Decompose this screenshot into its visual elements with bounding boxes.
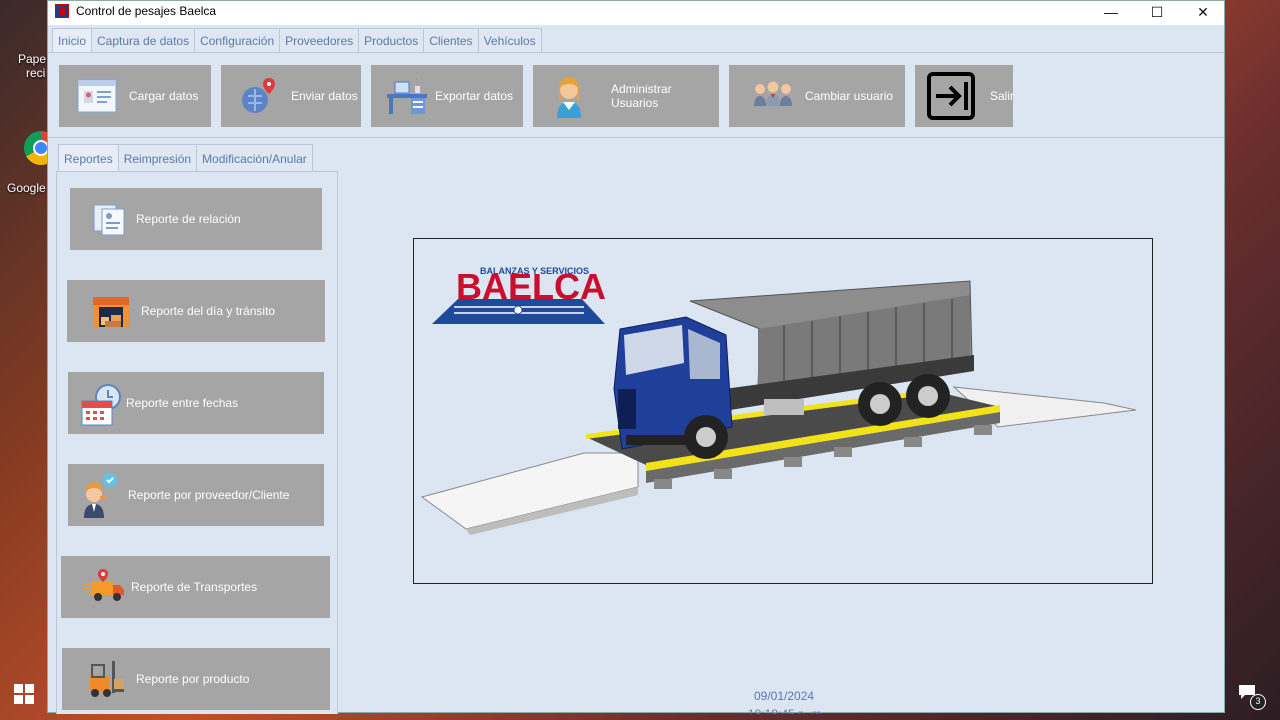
- users-group-icon: [751, 74, 795, 118]
- salir-button[interactable]: Salir: [915, 65, 1015, 127]
- customer-support-icon: [80, 472, 120, 518]
- tab-clientes[interactable]: Clientes: [423, 28, 479, 52]
- reports-panel: [56, 171, 338, 714]
- app-icon: [55, 4, 69, 18]
- desktop-icon-label-2[interactable]: reci: [26, 66, 45, 80]
- reporte-dia-transito-label: Reporte del día y tránsito: [141, 304, 276, 318]
- enviar-datos-label: Enviar datos: [291, 89, 358, 103]
- tab-captura-de-datos[interactable]: Captura de datos: [91, 28, 196, 52]
- minimize-button[interactable]: —: [1088, 1, 1134, 25]
- tab-divider: [48, 52, 1224, 53]
- reporte-entre-fechas-label: Reporte entre fechas: [126, 396, 239, 410]
- reporte-producto-button[interactable]: Reporte por producto: [62, 648, 330, 710]
- reporte-proveedor-cliente-button[interactable]: Reporte por proveedor/Cliente: [68, 464, 324, 526]
- exportar-datos-label: Exportar datos: [435, 89, 514, 103]
- tab-productos[interactable]: Productos: [358, 28, 425, 52]
- desktop-icon-label[interactable]: Pape: [18, 52, 46, 66]
- reporte-dia-transito-button[interactable]: Reporte del día y tránsito: [67, 280, 325, 342]
- enviar-datos-button[interactable]: Enviar datos: [221, 65, 361, 127]
- tab-vehiculos[interactable]: Vehículos: [477, 28, 542, 52]
- tab-reportes[interactable]: Reportes: [58, 144, 119, 172]
- reporte-proveedor-cliente-label: Reporte por proveedor/Cliente: [128, 488, 290, 502]
- truck-scale-image: BALANZAS Y SERVICIOS BAELCA: [413, 238, 1153, 584]
- cambiar-usuario-button[interactable]: Cambiar usuario: [729, 65, 905, 127]
- tab-inicio[interactable]: Inicio: [52, 28, 93, 52]
- status-time: 18:18:45 p. m.: [748, 707, 825, 714]
- notification-icon[interactable]: 3: [1238, 684, 1266, 710]
- salir-label: Salir: [990, 89, 1015, 103]
- exportar-datos-button[interactable]: Exportar datos: [371, 65, 523, 127]
- app-window: Control de pesajes Baelca — ☐ ✕ Inicio C…: [47, 0, 1225, 714]
- truck-scale-illustration: BALANZAS Y SERVICIOS BAELCA: [420, 266, 1137, 535]
- reporte-transportes-label: Reporte de Transportes: [131, 580, 258, 594]
- title-bar[interactable]: Control de pesajes Baelca — ☐ ✕: [48, 1, 1224, 25]
- window-title: Control de pesajes Baelca: [76, 4, 217, 18]
- status-date: 09/01/2024: [754, 689, 815, 703]
- reporte-relacion-label: Reporte de relación: [136, 212, 241, 226]
- cargar-datos-label: Cargar datos: [129, 89, 199, 103]
- desktop-icon-label-google[interactable]: Google: [7, 181, 46, 195]
- calendar-clock-icon: [80, 383, 121, 426]
- close-button[interactable]: ✕: [1180, 1, 1226, 25]
- send-location-icon: [237, 74, 281, 118]
- toolbar-divider: [48, 137, 1224, 138]
- user-admin-icon: [547, 74, 591, 118]
- desk-export-icon: [385, 74, 429, 118]
- cambiar-usuario-label: Cambiar usuario: [805, 89, 894, 103]
- reporte-entre-fechas-button[interactable]: Reporte entre fechas: [68, 372, 324, 434]
- tab-proveedores[interactable]: Proveedores: [279, 28, 360, 52]
- maximize-button[interactable]: ☐: [1134, 1, 1180, 25]
- reporte-producto-label: Reporte por producto: [136, 672, 250, 686]
- administrar-usuarios-label: Administrar Usuarios: [611, 82, 672, 110]
- notification-count: 3: [1250, 694, 1266, 710]
- reporte-transportes-button[interactable]: Reporte de Transportes: [61, 556, 330, 618]
- main-tab-bar: Inicio Captura de datos Configuración Pr…: [52, 28, 542, 53]
- administrar-usuarios-button[interactable]: Administrar Usuarios: [533, 65, 719, 127]
- baelca-logo: BALANZAS Y SERVICIOS BAELCA: [432, 266, 606, 324]
- reporte-relacion-button[interactable]: Reporte de relación: [70, 188, 322, 250]
- report-documents-icon: [90, 199, 130, 239]
- tab-configuracion[interactable]: Configuración: [194, 28, 281, 52]
- cargar-datos-button[interactable]: Cargar datos: [59, 65, 211, 127]
- warehouse-icon: [91, 291, 131, 331]
- document-form-icon: [75, 74, 119, 118]
- exit-icon: [926, 71, 976, 121]
- tab-modificacion-anular[interactable]: Modificación/Anular: [196, 144, 313, 172]
- report-tab-bar: Reportes Reimpresión Modificación/Anular: [58, 144, 313, 172]
- delivery-truck-icon: [83, 567, 124, 607]
- windows-start-icon[interactable]: [14, 684, 34, 704]
- tab-reimpresion[interactable]: Reimpresión: [117, 144, 198, 172]
- forklift-icon: [86, 659, 126, 699]
